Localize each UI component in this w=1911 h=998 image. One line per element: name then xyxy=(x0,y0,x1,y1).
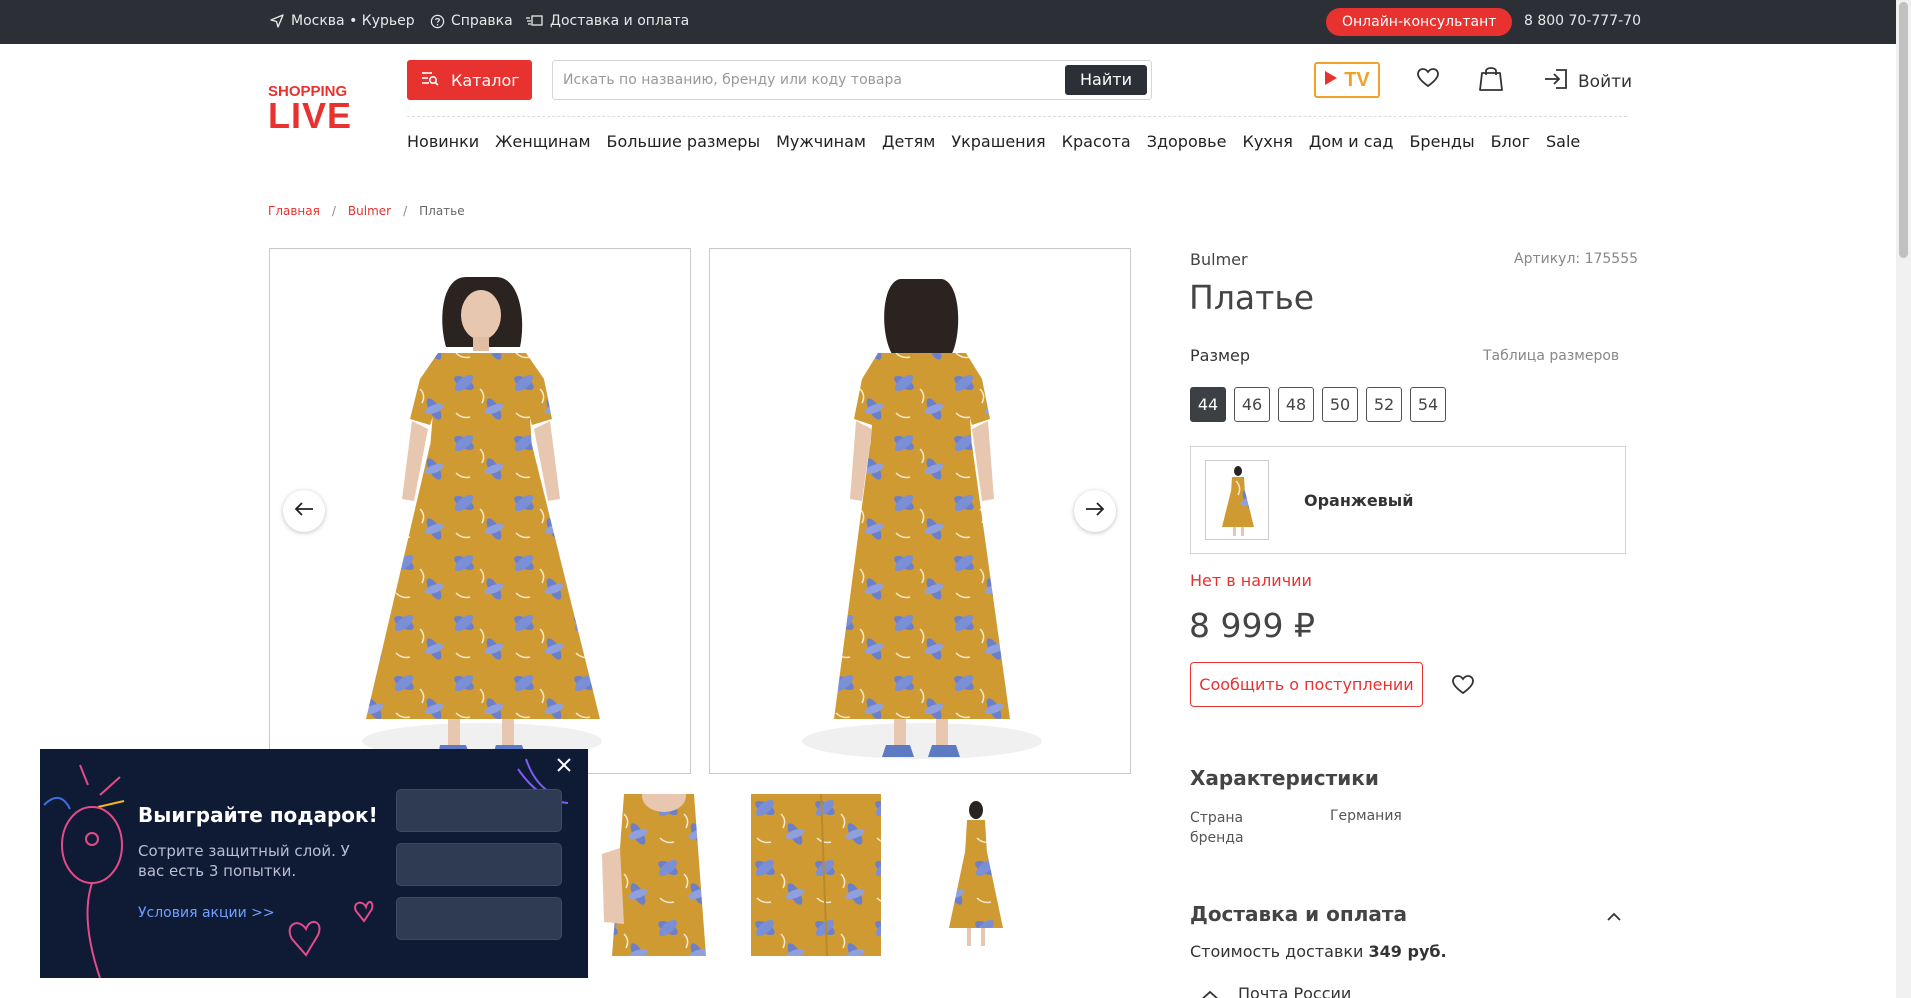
product-article: Артикул: 175555 xyxy=(1514,251,1639,267)
online-consultant-button[interactable]: Онлайн-консультант xyxy=(1326,8,1513,36)
promo-popup: Выиграйте подарок! Сотрите защитный слой… xyxy=(40,749,588,978)
promo-title: Выиграйте подарок! xyxy=(138,803,378,827)
delivery-cost: Стоимость доставки 349 руб. xyxy=(1190,942,1447,961)
characteristics-title: Характеристики xyxy=(1190,766,1379,790)
size-option-44[interactable]: 44 xyxy=(1190,387,1226,422)
gallery-thumbnail[interactable] xyxy=(594,794,724,956)
product-price: 8 999 ₽ xyxy=(1189,606,1315,645)
login-arrow-icon xyxy=(1544,68,1568,95)
page-title: Платье xyxy=(1189,278,1315,317)
breadcrumb-current: Платье xyxy=(419,204,465,218)
color-option[interactable]: Оранжевый xyxy=(1190,446,1626,554)
nav-item-women[interactable]: Женщинам xyxy=(495,132,590,151)
scratch-card[interactable] xyxy=(396,897,562,940)
location-label: Москва • Курьер xyxy=(291,13,415,29)
favorites-heart-icon[interactable] xyxy=(1416,66,1440,94)
scratch-card[interactable] xyxy=(396,789,562,832)
page-scrollbar[interactable] xyxy=(1896,0,1911,998)
login-button[interactable]: Войти xyxy=(1544,68,1632,95)
nav-item-beauty[interactable]: Красота xyxy=(1062,132,1131,151)
question-circle-icon xyxy=(430,14,445,29)
stock-status: Нет в наличии xyxy=(1190,571,1312,590)
nav-item-kids[interactable]: Детям xyxy=(882,132,935,151)
top-bar: Москва • Курьер Справка Доставка и оплат… xyxy=(0,0,1896,44)
login-label: Войти xyxy=(1578,71,1633,92)
add-to-favorites-heart-icon[interactable] xyxy=(1450,673,1476,701)
product-photo-front[interactable] xyxy=(269,248,691,774)
product-photo-back[interactable] xyxy=(709,248,1131,774)
nav-item-men[interactable]: Мужчинам xyxy=(776,132,866,151)
nav-item-health[interactable]: Здоровье xyxy=(1147,132,1227,151)
breadcrumb-brand[interactable]: Bulmer xyxy=(348,204,391,218)
search-box: Найти xyxy=(552,60,1152,100)
size-option-50[interactable]: 50 xyxy=(1322,387,1358,422)
gallery-prev-button[interactable] xyxy=(283,490,325,532)
delivery-cost-prefix: Стоимость доставки xyxy=(1190,942,1369,961)
nav-item-new[interactable]: Новинки xyxy=(407,132,479,151)
post-office-icon xyxy=(1198,988,1222,998)
help-label: Справка xyxy=(451,13,513,29)
location-selector[interactable]: Москва • Курьер xyxy=(269,13,415,29)
nav-item-brands[interactable]: Бренды xyxy=(1409,132,1474,151)
phone-number[interactable]: 8 800 70-777-70 xyxy=(1524,13,1641,29)
characteristic-key: Страна бренда xyxy=(1190,810,1244,846)
nav-item-home-garden[interactable]: Дом и сад xyxy=(1309,132,1394,151)
catalog-menu-icon xyxy=(421,70,439,90)
characteristic-value: Германия xyxy=(1330,808,1402,824)
delivery-link[interactable]: Доставка и оплата xyxy=(526,13,689,29)
gallery-thumbnail[interactable] xyxy=(751,794,881,956)
search-button[interactable]: Найти xyxy=(1065,65,1147,95)
scrollbar-thumb[interactable] xyxy=(1899,2,1908,258)
gallery-next-button[interactable] xyxy=(1074,490,1116,532)
nav-item-kitchen[interactable]: Кухня xyxy=(1242,132,1292,151)
nav-item-blog[interactable]: Блог xyxy=(1491,132,1530,151)
help-link[interactable]: Справка xyxy=(430,13,513,29)
delivery-label: Доставка и оплата xyxy=(550,13,690,29)
delivery-method: Почта России xyxy=(1238,984,1352,998)
product-brand[interactable]: Bulmer xyxy=(1190,250,1248,269)
promo-terms-link[interactable]: Условия акции >> xyxy=(138,905,275,921)
size-option-54[interactable]: 54 xyxy=(1410,387,1446,422)
scratch-card[interactable] xyxy=(396,843,562,886)
delivery-cost-value: 349 руб. xyxy=(1368,942,1447,961)
size-label: Размер xyxy=(1190,346,1251,365)
location-arrow-icon xyxy=(269,13,285,29)
site-logo[interactable]: SHOPPING LIVE xyxy=(268,84,362,134)
logo-line-live: LIVE xyxy=(268,95,353,136)
header-divider xyxy=(407,116,1627,117)
color-name: Оранжевый xyxy=(1304,491,1414,510)
catalog-label: Каталог xyxy=(451,70,520,90)
arrow-left-icon xyxy=(294,501,314,521)
breadcrumb: Главная / Bulmer / Платье xyxy=(268,204,465,218)
cart-bag-icon[interactable] xyxy=(1478,64,1504,96)
color-thumbnail xyxy=(1205,460,1269,540)
promo-description: Сотрите защитный слой. У вас есть 3 попы… xyxy=(138,842,350,880)
notify-when-available-button[interactable]: Сообщить о поступлении xyxy=(1190,662,1423,707)
promo-close-icon[interactable] xyxy=(555,756,573,778)
search-input[interactable] xyxy=(563,69,1063,91)
delivery-section-title[interactable]: Доставка и оплата xyxy=(1190,902,1407,926)
gallery-thumbnail[interactable] xyxy=(911,794,1041,956)
nav-item-jewelry[interactable]: Украшения xyxy=(951,132,1045,151)
arrow-right-icon xyxy=(1085,501,1105,521)
size-table-link[interactable]: Таблица размеров xyxy=(1483,348,1619,364)
tv-label: TV xyxy=(1344,68,1370,91)
delivery-truck-icon xyxy=(526,14,544,28)
breadcrumb-separator: / xyxy=(403,204,408,218)
main-nav: Новинки Женщинам Большие размеры Мужчина… xyxy=(407,132,1580,151)
size-option-46[interactable]: 46 xyxy=(1234,387,1270,422)
play-icon xyxy=(1324,70,1338,90)
size-option-48[interactable]: 48 xyxy=(1278,387,1314,422)
catalog-button[interactable]: Каталог xyxy=(407,60,532,100)
nav-item-sale[interactable]: Sale xyxy=(1546,132,1580,151)
chevron-up-icon[interactable] xyxy=(1606,907,1622,926)
breadcrumb-home[interactable]: Главная xyxy=(268,204,320,218)
breadcrumb-separator: / xyxy=(331,204,336,218)
tv-link[interactable]: TV xyxy=(1314,62,1380,98)
size-option-52[interactable]: 52 xyxy=(1366,387,1402,422)
size-selector: 44 46 48 50 52 54 xyxy=(1190,387,1446,422)
nav-item-plus-size[interactable]: Большие размеры xyxy=(607,132,761,151)
